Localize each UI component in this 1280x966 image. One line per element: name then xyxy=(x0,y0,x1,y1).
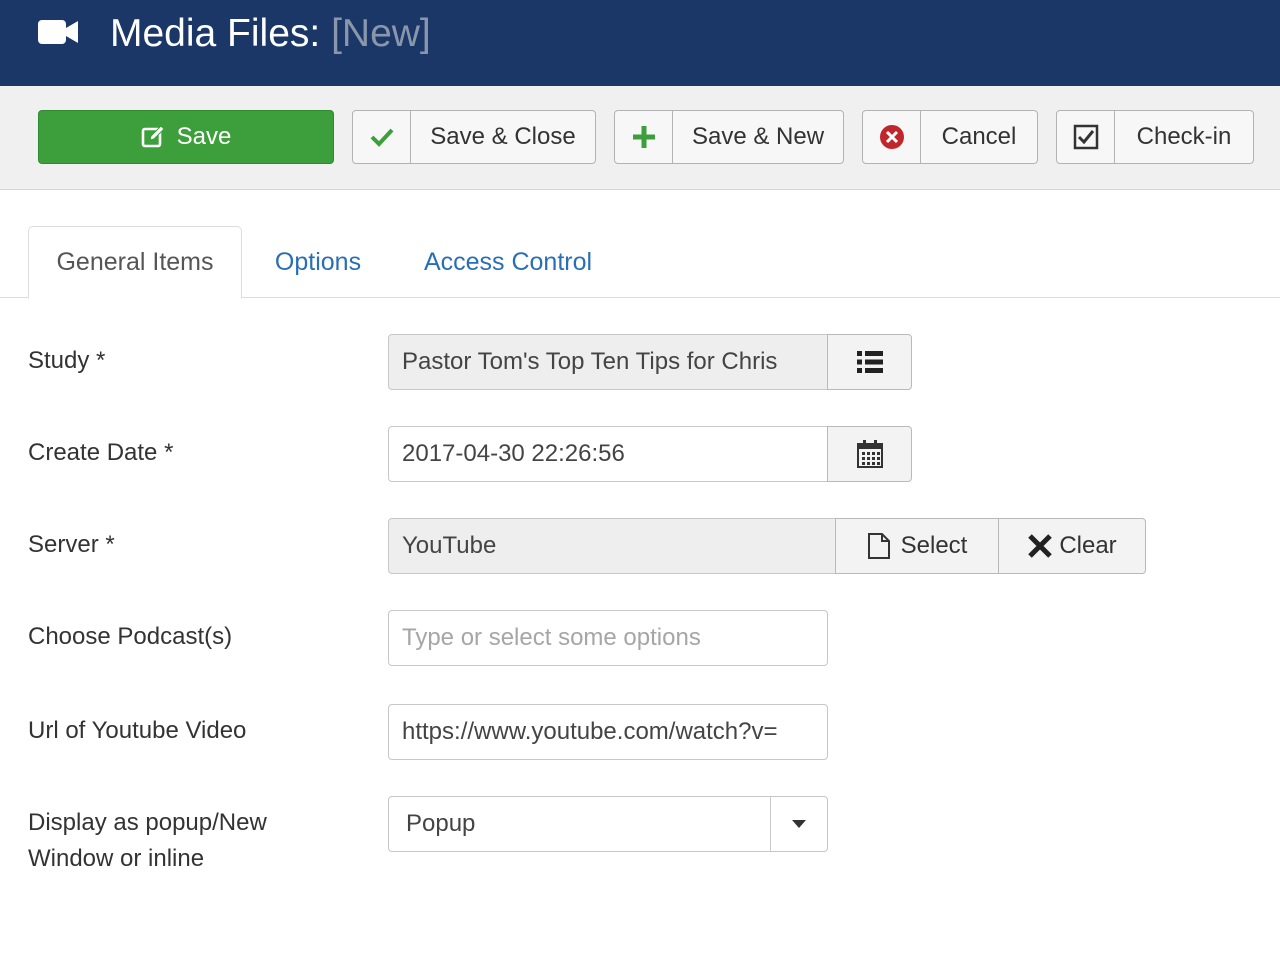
create-date-label: Create Date * xyxy=(28,439,174,466)
server-clear-button[interactable]: Clear xyxy=(998,518,1146,574)
tab-options[interactable]: Options xyxy=(262,226,374,298)
list-icon xyxy=(856,351,883,373)
cancel-circle-icon xyxy=(863,111,921,163)
study-select-button[interactable] xyxy=(827,334,912,390)
save-button-label: Save xyxy=(176,123,232,150)
toolbar: Save Save & Close Save & New Cancel Chec… xyxy=(0,86,1280,190)
tab-bar: General Items Options Access Control xyxy=(0,226,1280,299)
podcast-label: Choose Podcast(s) xyxy=(28,623,233,650)
podcast-select-input[interactable]: Type or select some options xyxy=(388,610,828,666)
save-new-label: Save & New xyxy=(691,123,825,150)
calendar-button[interactable] xyxy=(827,426,912,482)
checkmark-icon xyxy=(353,111,411,163)
study-label: Study * xyxy=(28,347,106,374)
file-icon xyxy=(867,533,890,559)
checkin-label: Check-in xyxy=(1136,123,1232,150)
display-label: Display as popup/New Window or inline xyxy=(28,805,267,877)
page-header: Media Files: [New] xyxy=(0,0,1280,86)
page-title-status: [New] xyxy=(331,12,431,55)
save-close-button[interactable]: Save & Close xyxy=(352,110,596,164)
page-title: Media Files: [New] xyxy=(110,12,431,56)
url-input[interactable]: https://www.youtube.com/watch?v= xyxy=(388,704,828,760)
save-close-label: Save & Close xyxy=(430,123,576,150)
server-clear-label: Clear xyxy=(1059,532,1117,559)
display-label-line2: Window or inline xyxy=(28,845,205,872)
tab-access-control[interactable]: Access Control xyxy=(408,226,608,298)
display-select[interactable]: Popup xyxy=(388,796,828,852)
save-button[interactable]: Save xyxy=(38,110,334,164)
server-label: Server * xyxy=(28,531,115,558)
save-new-button[interactable]: Save & New xyxy=(614,110,844,164)
create-date-input[interactable]: 2017-04-30 22:26:56 xyxy=(388,426,828,482)
display-label-line1: Display as popup/New xyxy=(28,809,267,836)
study-field[interactable]: Pastor Tom's Top Ten Tips for Chris xyxy=(388,334,828,390)
cancel-label: Cancel xyxy=(941,123,1017,150)
cancel-button[interactable]: Cancel xyxy=(862,110,1038,164)
server-field[interactable]: YouTube xyxy=(388,518,836,574)
tab-general-items[interactable]: General Items xyxy=(28,226,242,299)
server-select-label: Select xyxy=(900,532,968,559)
url-label: Url of Youtube Video xyxy=(28,717,247,744)
checkbox-checked-icon xyxy=(1057,111,1115,163)
close-icon xyxy=(1028,534,1053,558)
checkin-button[interactable]: Check-in xyxy=(1056,110,1254,164)
dropdown-toggle[interactable] xyxy=(770,797,827,851)
edit-icon xyxy=(141,125,165,149)
page-title-text: Media Files: xyxy=(110,12,321,55)
calendar-icon xyxy=(856,440,883,468)
caret-down-icon xyxy=(792,820,806,828)
plus-icon xyxy=(615,111,673,163)
server-select-button[interactable]: Select xyxy=(835,518,999,574)
display-select-value: Popup xyxy=(406,810,476,837)
video-camera-icon xyxy=(38,20,78,44)
